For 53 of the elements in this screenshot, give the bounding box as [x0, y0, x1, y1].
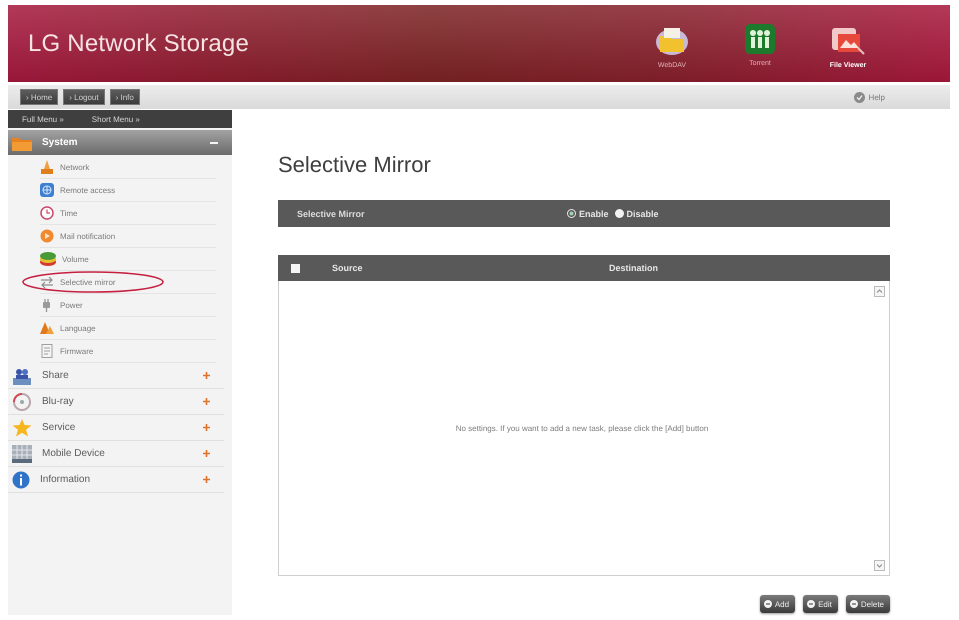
scroll-up-icon[interactable]: [874, 286, 885, 297]
document-icon: [40, 344, 54, 358]
menu-link[interactable]: Full Menu »: [22, 114, 64, 124]
sidebar-group[interactable]: Blu-ray: [8, 389, 224, 415]
sidebar-item[interactable]: Firmware: [40, 340, 216, 363]
sidebar-item[interactable]: Power: [40, 294, 216, 317]
triangles-icon: [40, 321, 54, 335]
clock-icon: [40, 206, 54, 220]
sidebar-group[interactable]: Information: [8, 467, 224, 493]
delete-button[interactable]: Delete: [846, 595, 890, 613]
empty-message: No settings. If you want to add a new task, please click the [Add] button: [456, 424, 708, 433]
radio-option[interactable]: Enable: [567, 208, 609, 218]
minus-circle-icon: [850, 600, 858, 608]
nav-button[interactable]: › Logout: [63, 89, 105, 105]
sidebar-group[interactable]: Share: [8, 363, 224, 389]
star-icon: [12, 418, 32, 436]
sidebar-item[interactable]: Selective mirror: [40, 271, 216, 294]
grid-icon: [12, 444, 32, 462]
menu-link[interactable]: Short Menu »: [92, 114, 140, 124]
sidebar-item[interactable]: Time: [40, 202, 216, 225]
radio-option[interactable]: Disable: [614, 208, 659, 218]
column-header: Destination: [609, 263, 658, 273]
edit-button[interactable]: Edit: [803, 595, 838, 613]
disc-icon: [12, 392, 32, 410]
app-title: LG Network Storage: [28, 30, 250, 58]
sidebar-group[interactable]: Mobile Device: [8, 441, 224, 467]
select-all-checkbox[interactable]: [291, 264, 300, 272]
nav-button[interactable]: › Info: [110, 89, 140, 105]
sidebar-item[interactable]: Mail notification: [40, 225, 216, 248]
sidebar-item[interactable]: Language: [40, 317, 216, 340]
sidebar-item[interactable]: Remote access: [40, 179, 216, 202]
nav-button[interactable]: › Home: [20, 89, 58, 105]
sidebar-item[interactable]: Network: [40, 156, 216, 179]
help-icon: [854, 92, 865, 102]
cone-icon: [40, 160, 54, 174]
column-header: Source: [332, 263, 364, 273]
setting-label: Selective Mirror: [297, 208, 366, 218]
minus-circle-icon: [807, 600, 816, 608]
people-icon: [745, 24, 775, 54]
people-icon: [12, 366, 32, 384]
globe-icon: [40, 183, 54, 197]
sidebar-item[interactable]: Volume: [40, 248, 216, 271]
help-link[interactable]: Help: [854, 92, 885, 102]
minus-circle-icon: [764, 600, 772, 608]
add-button[interactable]: Add: [760, 595, 796, 613]
sidebar-group[interactable]: Service: [8, 415, 224, 441]
scroll-down-icon[interactable]: [874, 560, 885, 571]
stack-icon: [40, 252, 56, 266]
page-title: Selective Mirror: [278, 152, 431, 178]
sidebar-group[interactable]: System: [8, 130, 232, 155]
arrows-icon: [40, 275, 54, 289]
play-icon: [40, 229, 54, 243]
info-icon: [12, 470, 30, 488]
